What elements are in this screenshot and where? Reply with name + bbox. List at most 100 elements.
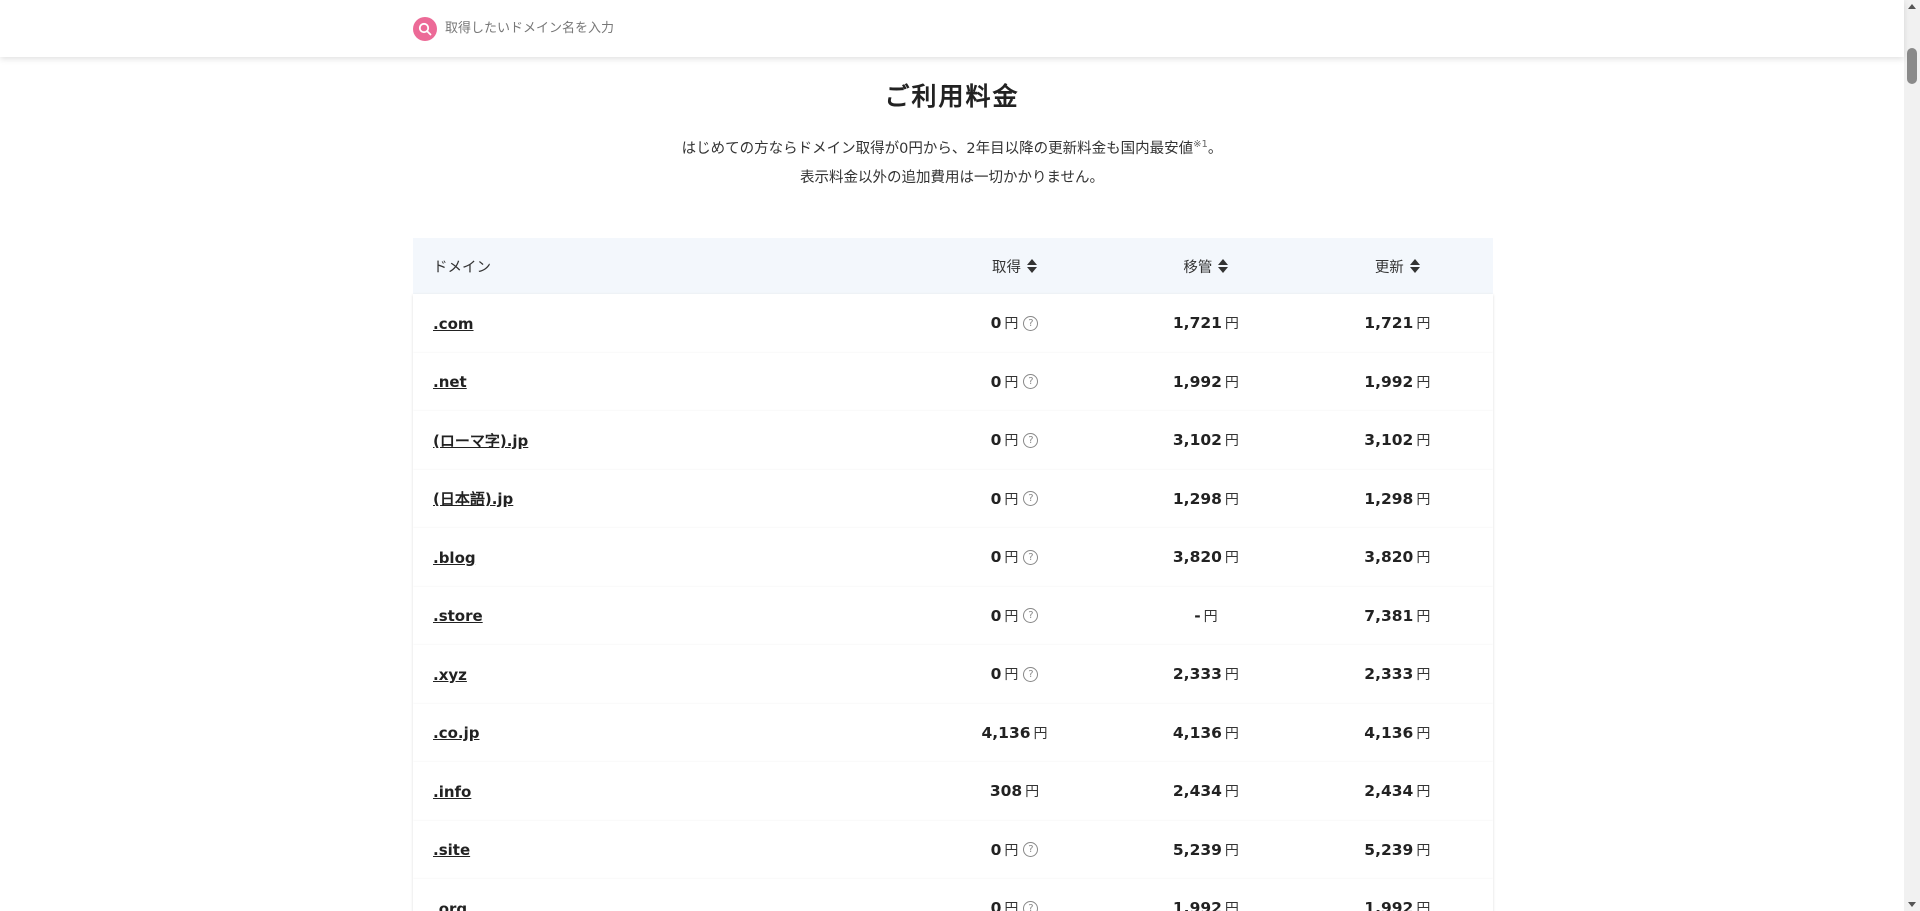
acquire-price: 0 円? (919, 430, 1110, 450)
domain-link[interactable]: .blog (433, 549, 476, 567)
yen-unit: 円 (1025, 784, 1040, 801)
search-icon[interactable] (413, 16, 437, 41)
transfer-price: 1,992 円 (1110, 898, 1301, 911)
domain-link[interactable]: .co.jp (433, 724, 479, 742)
yen-unit: 円 (1416, 784, 1431, 801)
renew-price: 1,992 円 (1302, 898, 1493, 911)
yen-unit: 円 (1224, 901, 1239, 911)
help-icon[interactable]: ? (1023, 315, 1039, 331)
yen-unit: 円 (1004, 842, 1019, 859)
acquire-price: 0 円? (919, 898, 1110, 911)
renew-price: 1,992 円 (1302, 372, 1493, 392)
yen-unit: 円 (1416, 374, 1431, 391)
header-transfer-sort[interactable]: 移管 (1110, 256, 1301, 277)
help-icon[interactable]: ? (1023, 374, 1039, 390)
sort-icon[interactable] (1027, 259, 1037, 273)
page-title: ご利用料金 (884, 82, 1020, 111)
table-row: .info 308 円 2,434 円 2,434 円 (413, 762, 1493, 821)
domain-link[interactable]: .org (433, 900, 467, 911)
top-search-bar (0, 0, 1904, 57)
acquire-price: 0 円? (919, 313, 1110, 333)
yen-unit: 円 (1224, 316, 1239, 333)
domain-link[interactable]: .xyz (433, 666, 467, 684)
domain-link[interactable]: .store (433, 607, 483, 625)
sort-icon[interactable] (1409, 259, 1420, 273)
renew-amount: 3,102 (1364, 431, 1414, 450)
domain-link[interactable]: (日本語).jp (433, 490, 513, 508)
lead-line-2: 表示料金以外の追加費用は一切かかりません。 (799, 170, 1105, 186)
yen-unit: 円 (1224, 842, 1239, 859)
domain-cell: (日本語).jp (413, 488, 919, 509)
domain-cell: .xyz (413, 665, 919, 684)
acquire-price: 0 円? (919, 840, 1110, 860)
table-body: .com 0 円? 1,721 円 1,721 円 .net 0 円? 1,992 円 1,992 円 (ロ… (413, 294, 1493, 911)
header-acquire-sort[interactable]: 取得 (919, 256, 1110, 277)
acquire-price: 308 円 (919, 781, 1110, 801)
help-icon[interactable]: ? (1023, 900, 1039, 911)
domain-link[interactable]: .com (433, 315, 474, 333)
yen-unit: 円 (1416, 608, 1431, 625)
domain-search-input[interactable] (445, 16, 945, 41)
renew-amount: 3,820 (1364, 548, 1414, 567)
help-icon[interactable]: ? (1023, 666, 1039, 682)
transfer-amount: 2,434 (1172, 782, 1222, 801)
transfer-amount: 1,721 (1172, 314, 1222, 333)
header-acquire-label: 取得 (992, 259, 1021, 276)
yen-unit: 円 (1033, 725, 1048, 742)
renew-price: 2,434 円 (1302, 781, 1493, 801)
renew-amount: 1,992 (1364, 372, 1414, 391)
table-row: .store 0 円? - 円 7,381 円 (413, 586, 1493, 645)
renew-amount: 1,721 (1364, 314, 1414, 333)
yen-unit: 円 (1224, 784, 1239, 801)
sort-icon[interactable] (1218, 259, 1229, 273)
acquire-amount: 308 (989, 782, 1023, 801)
price-table: ドメイン 取得 移管 更新 .com 0 円? 1,721 円 1,721 円 .net 0 円?… (413, 238, 1493, 911)
domain-link[interactable]: .net (433, 373, 467, 391)
scroll-down-arrow-icon[interactable] (1908, 902, 1916, 907)
help-icon[interactable]: ? (1023, 491, 1039, 507)
header-renew-sort[interactable]: 更新 (1302, 256, 1493, 277)
transfer-price: 5,239 円 (1110, 840, 1301, 860)
yen-unit: 円 (1416, 901, 1431, 911)
yen-unit: 円 (1224, 491, 1239, 508)
domain-link[interactable]: .info (433, 783, 471, 801)
transfer-amount: 1,298 (1172, 489, 1222, 508)
transfer-price: 1,298 円 (1110, 489, 1301, 509)
transfer-price: 3,102 円 (1110, 430, 1301, 450)
acquire-price: 4,136 円 (919, 723, 1110, 743)
footnote-mark[interactable]: ※1 (1193, 139, 1208, 150)
help-icon[interactable]: ? (1023, 842, 1039, 858)
help-icon[interactable]: ? (1023, 608, 1039, 624)
domain-cell: .com (413, 314, 919, 333)
acquire-amount: 0 (990, 606, 1002, 625)
page-scrollbar[interactable] (1904, 0, 1920, 911)
transfer-amount: 4,136 (1172, 723, 1222, 742)
acquire-amount: 0 (990, 899, 1002, 911)
renew-amount: 2,434 (1364, 782, 1414, 801)
help-icon[interactable]: ? (1023, 432, 1039, 448)
yen-unit: 円 (1004, 550, 1019, 567)
renew-price: 1,721 円 (1302, 313, 1493, 333)
lead-line-1: はじめての方ならドメイン取得が0円から、2年目以降の更新料金も国内最安値 (681, 141, 1194, 157)
table-row: (ローマ字).jp 0 円? 3,102 円 3,102 円 (413, 411, 1493, 470)
yen-unit: 円 (1224, 725, 1239, 742)
scroll-up-arrow-icon[interactable] (1908, 4, 1916, 9)
transfer-amount: 3,820 (1172, 548, 1222, 567)
transfer-amount: 5,239 (1172, 840, 1222, 859)
domain-link[interactable]: (ローマ字).jp (433, 432, 528, 450)
domain-search (413, 16, 945, 41)
acquire-price: 0 円? (919, 606, 1110, 626)
yen-unit: 円 (1004, 901, 1019, 911)
renew-amount: 2,333 (1364, 665, 1414, 684)
transfer-price: 1,721 円 (1110, 313, 1301, 333)
yen-unit: 円 (1416, 491, 1431, 508)
yen-unit: 円 (1416, 433, 1431, 450)
renew-amount: 5,239 (1364, 840, 1414, 859)
yen-unit: 円 (1416, 316, 1431, 333)
acquire-amount: 0 (990, 548, 1002, 567)
domain-cell: .org (413, 899, 919, 911)
domain-link[interactable]: .site (433, 841, 470, 859)
scroll-thumb[interactable] (1907, 48, 1917, 84)
help-icon[interactable]: ? (1023, 549, 1039, 565)
yen-unit: 円 (1004, 374, 1019, 391)
